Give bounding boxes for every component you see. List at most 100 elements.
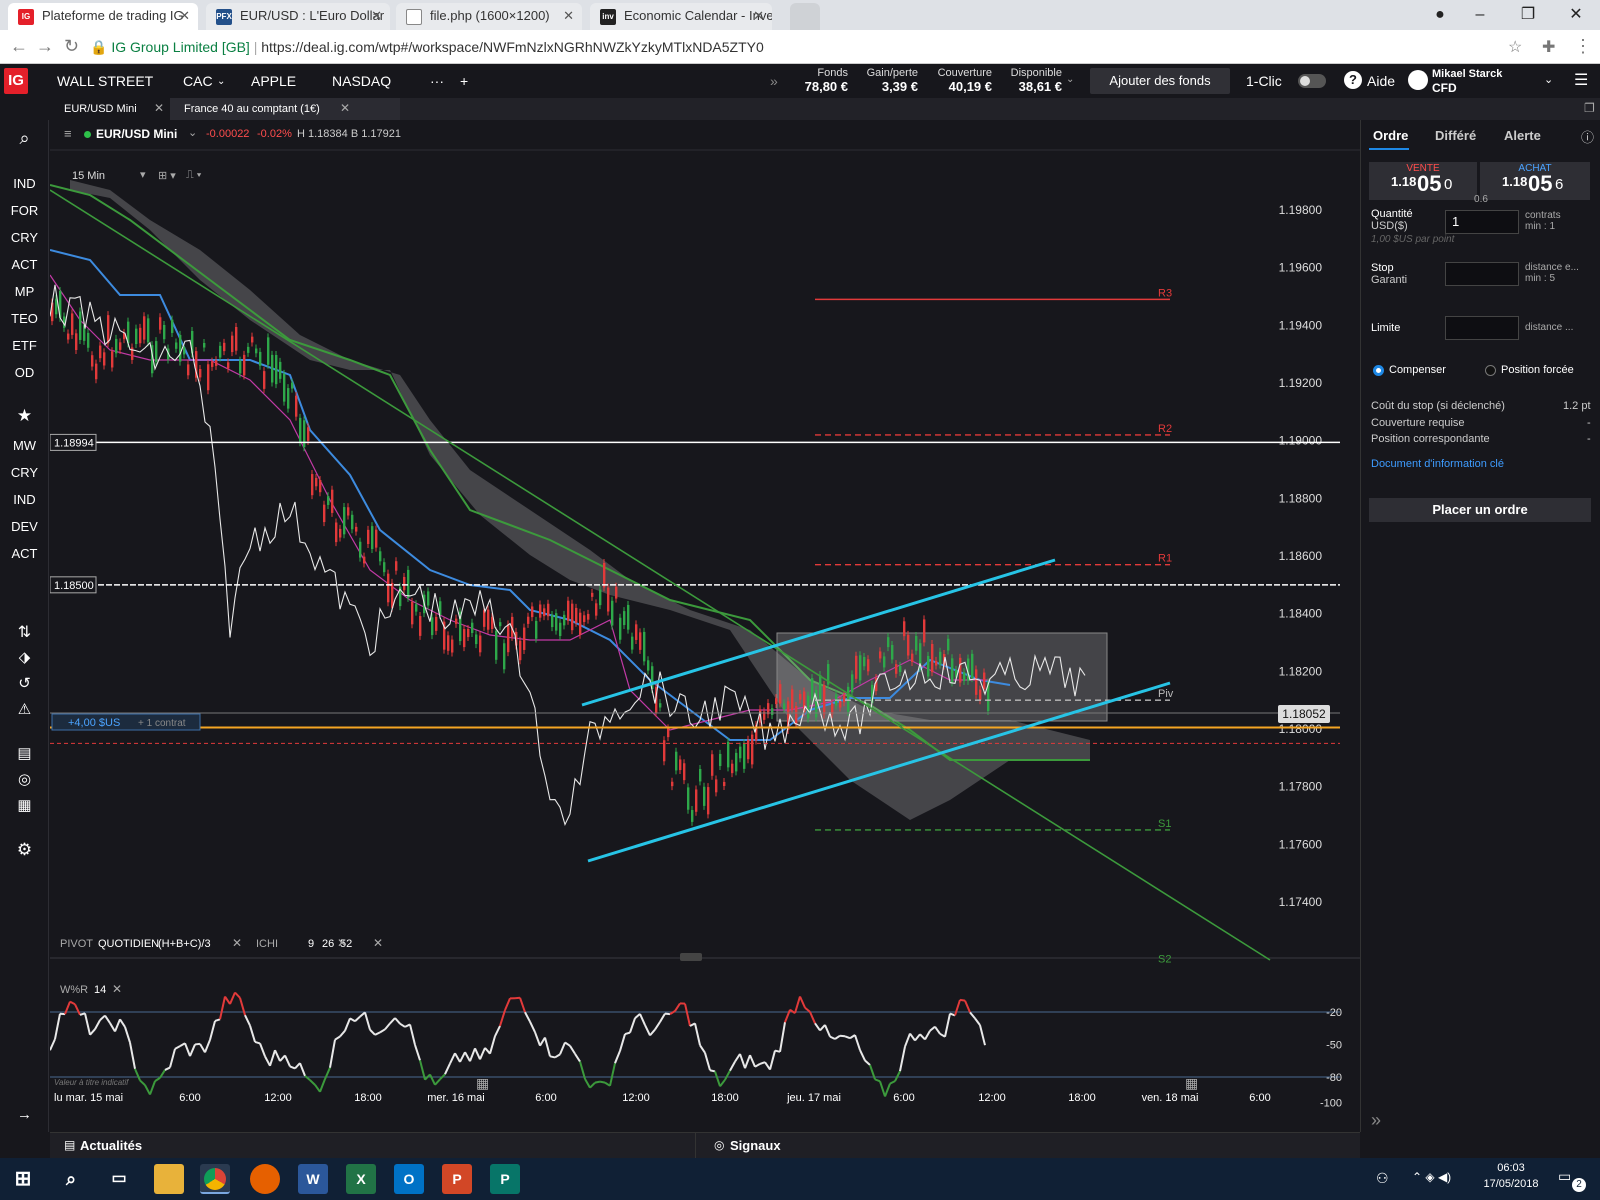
bookmark-star-icon[interactable]: ☆ [1508,37,1522,57]
chart-panel[interactable]: 1.19800 1.19600 1.19400 1.19200 1.19000 1.188… [50,120,1360,1132]
sidebar-item-for[interactable]: FOR [0,203,49,218]
market-apple[interactable]: APPLE [251,73,296,89]
sidebar-item-teo[interactable]: TEO [0,311,49,326]
price-chart[interactable]: 1.19800 1.19600 1.19400 1.19200 1.19000 1.188… [50,120,1360,1132]
profile-icon[interactable]: ● [1420,2,1460,28]
radio-compenser[interactable] [1373,365,1384,376]
sidebar-item-mw[interactable]: MW [0,438,49,453]
people-icon[interactable]: ⚇ [1376,1170,1389,1187]
workspace-tab-eurusd[interactable]: EUR/USD Mini [50,98,170,120]
history-icon[interactable]: ↺ [0,674,49,692]
gear-icon[interactable]: ⚙ [0,840,49,860]
sidebar-item-mp[interactable]: MP [0,284,49,299]
chevron-down-icon[interactable]: ⌄ [217,76,225,87]
alert-icon[interactable]: ⚠ [0,700,49,718]
reload-icon[interactable]: ↻ [64,36,79,57]
file-explorer-icon[interactable] [154,1164,184,1194]
signal-icon[interactable]: ◎ [714,1138,724,1152]
windows-start-icon[interactable]: ⊞ [8,1164,38,1194]
chart-type-icon[interactable]: ⊞ ▾ [158,169,176,182]
interval-select[interactable]: 15 Min [72,170,105,182]
sidebar-item-act2[interactable]: ACT [0,546,49,561]
quantity-stepper[interactable]: 1 [1445,210,1519,234]
close-icon[interactable]: ✕ [371,3,382,29]
more-markets-icon[interactable]: ··· [430,73,444,89]
tab-file[interactable]: file.php (1600×1200) ✕ [396,3,582,30]
buy-button[interactable]: ACHAT 1.18 05 6 [1480,162,1590,200]
task-view-icon[interactable]: ▭ [104,1164,134,1194]
chevron-down-icon[interactable]: ▾ [140,168,146,181]
market-nasdaq[interactable]: NASDAQ [332,73,391,89]
notification-icon[interactable]: ▭ [1558,1168,1571,1185]
maximize-icon[interactable]: ❐ [1508,2,1548,28]
signal-icon[interactable]: ◎ [0,770,49,788]
word-icon[interactable]: W [298,1164,328,1194]
market-wall-street[interactable]: WALL STREET [57,73,153,89]
close-icon[interactable]: ✕ [340,101,350,115]
stop-input[interactable] [1445,262,1519,286]
sidebar-item-cry2[interactable]: CRY [0,465,49,480]
account-type[interactable]: CFD [1432,81,1457,95]
user-name[interactable]: Mikael Starck [1432,68,1502,80]
star-icon[interactable]: ★ [0,406,49,426]
url-field[interactable]: 🔒 IG Group Limited [GB] | https://deal.i… [90,34,1526,60]
chevron-down-icon[interactable]: ⌄ [1066,74,1074,85]
powerpoint-icon[interactable]: P [442,1164,472,1194]
sidebar-item-dev[interactable]: DEV [0,519,49,534]
limit-unit[interactable]: distance ... [1525,322,1573,333]
tab-alert[interactable]: Alerte [1504,128,1541,143]
place-order-button[interactable]: Placer un ordre [1369,498,1591,522]
tab-calendar[interactable]: inv Economic Calendar - Inve ✕ [590,3,772,30]
window-close-icon[interactable]: ✕ [1556,2,1596,28]
sidebar-item-cry[interactable]: CRY [0,230,49,245]
popout-icon[interactable]: ❐ [1584,101,1595,115]
chrome-icon[interactable] [200,1164,230,1194]
close-icon[interactable]: ✕ [179,3,190,29]
hamburger-menu-icon[interactable]: ☰ [1574,70,1588,90]
tab-ig-platform[interactable]: IG Plateforme de trading IG ✕ [8,3,198,30]
news-tab[interactable]: Actualités [80,1138,142,1153]
add-market-button[interactable]: + [460,73,468,89]
opt-compenser[interactable]: Compenser [1389,364,1446,376]
tray-icons[interactable]: ⌃ ◈ ◀) [1412,1170,1451,1184]
market-cac[interactable]: CAC [183,73,213,89]
publisher-icon[interactable]: P [490,1164,520,1194]
calendar-icon[interactable]: ▦ [0,796,49,814]
chevron-down-icon[interactable]: ⌄ [1544,73,1553,86]
kid-link[interactable]: Document d'information clé [1371,458,1504,470]
sidebar-item-ind[interactable]: IND [0,176,49,191]
help-icon[interactable]: ? [1344,71,1362,89]
search-icon[interactable]: ⌕ [0,128,49,149]
news-icon[interactable]: ▤ [0,744,49,762]
menu-icon[interactable]: ⋮ [1574,36,1592,57]
clock-date[interactable]: 17/05/2018 [1476,1178,1546,1190]
outlook-icon[interactable]: O [394,1164,424,1194]
minimize-icon[interactable]: – [1460,2,1500,28]
stop-unit[interactable]: distance e... [1525,262,1579,273]
collapse-panel-icon[interactable]: » [1371,1110,1381,1131]
limit-input[interactable] [1445,316,1519,340]
new-tab-button[interactable] [790,3,820,30]
tab-order[interactable]: Ordre [1373,128,1408,143]
chevron-down-icon[interactable]: ⌄ [188,126,197,139]
add-funds-button[interactable]: Ajouter des fonds [1090,68,1230,94]
tag-icon[interactable]: ⬗ [0,648,49,666]
back-icon[interactable]: ← [10,36,28,57]
opt-forced[interactable]: Position forcée [1501,364,1574,376]
sidebar-item-ind2[interactable]: IND [0,492,49,507]
firefox-icon[interactable] [250,1164,280,1194]
extension-icon[interactable]: ✚ [1542,37,1555,57]
transfer-icon[interactable]: ⇅ [0,622,49,642]
sidebar-item-etf[interactable]: ETF [0,338,49,353]
sidebar-item-act[interactable]: ACT [0,257,49,272]
double-chevron-icon[interactable]: » [770,73,778,89]
expand-arrow-icon[interactable]: → [0,1106,49,1123]
chart-menu-icon[interactable]: ≡ [64,126,72,141]
sidebar-item-od[interactable]: OD [0,365,49,380]
signals-tab[interactable]: Signaux [730,1138,781,1153]
forward-icon[interactable]: → [36,36,54,57]
help-link[interactable]: Aide [1367,73,1395,89]
excel-icon[interactable]: X [346,1164,376,1194]
info-icon[interactable]: ⓘ [1581,127,1594,146]
close-icon[interactable]: ✕ [154,101,164,115]
